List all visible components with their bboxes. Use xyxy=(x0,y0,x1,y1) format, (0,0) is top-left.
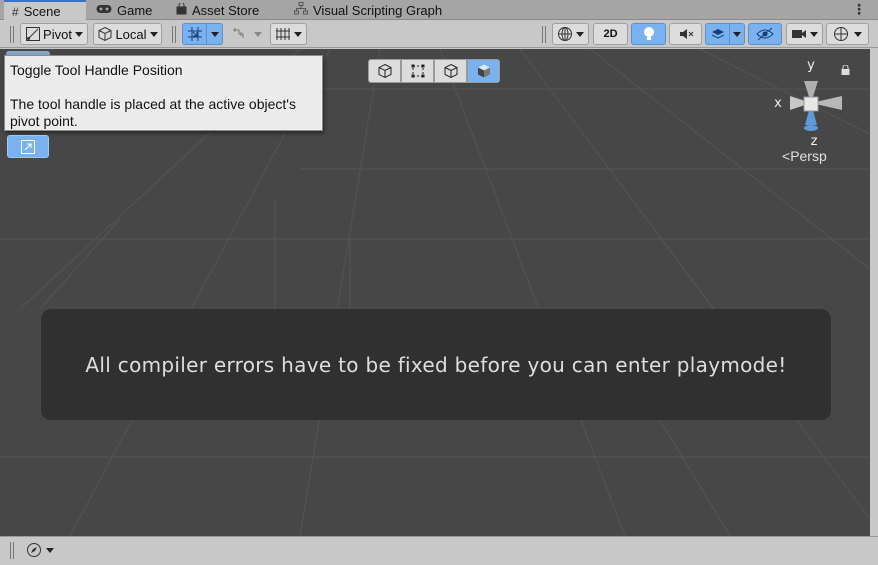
toggle-tool-handle-position-button[interactable] xyxy=(7,135,49,158)
increment-snap-button[interactable] xyxy=(226,23,251,45)
chevron-down-icon xyxy=(854,31,862,37)
viewport-right-border xyxy=(870,49,878,536)
gizmo-z-label: z xyxy=(811,134,818,145)
chevron-down-icon xyxy=(74,31,83,37)
audio-mute-icon xyxy=(679,29,693,39)
grid-snapping-button[interactable] xyxy=(182,23,207,45)
increment-snap-icon xyxy=(232,28,243,38)
tab-label: Visual Scripting Graph xyxy=(313,2,443,18)
more-options-icon[interactable]: ⋮ xyxy=(852,1,866,18)
camera-icon xyxy=(792,30,806,38)
scene-toolbar: Pivot Local 2D xyxy=(0,21,878,48)
tab-label: Asset Store xyxy=(192,2,260,18)
gamepad-icon xyxy=(96,3,112,17)
chevron-down-icon xyxy=(810,31,818,37)
chevron-down-icon xyxy=(294,31,302,37)
tooltip-body: The tool handle is placed at the active … xyxy=(10,96,296,129)
view-mode-rect[interactable] xyxy=(401,59,434,83)
scene-visibility-button[interactable] xyxy=(748,23,782,45)
overlay-bottom-toolbar xyxy=(0,536,878,565)
graph-icon xyxy=(294,2,308,18)
gizmo-x-label: x xyxy=(774,96,782,111)
tab-label: Scene xyxy=(23,4,61,19)
effects-dropdown[interactable] xyxy=(730,23,745,45)
tab-label: Game xyxy=(117,2,153,18)
chevron-down-icon xyxy=(46,547,54,553)
toolbar-grip-handle[interactable] xyxy=(9,542,15,559)
tooltip: Toggle Tool Handle Position The tool han… xyxy=(4,55,323,131)
projection-toggle[interactable]: <Persp xyxy=(782,148,827,164)
gizmo-sphere-icon xyxy=(834,27,848,41)
view-mode-shaded-cube[interactable] xyxy=(434,59,467,83)
tab-visual-scripting-graph[interactable]: Visual Scripting Graph xyxy=(286,0,450,20)
projection-label: Persp xyxy=(790,148,827,164)
gizmo-y-label: y xyxy=(807,58,815,73)
perspective-icon: < xyxy=(782,148,791,164)
store-bag-icon xyxy=(176,1,187,18)
solid-cube-icon xyxy=(477,64,490,78)
draw-mode-dropdown[interactable] xyxy=(552,23,589,45)
chevron-down-icon xyxy=(210,31,219,37)
tab-bar: # Scene Game Asset Store Visual Scriptin… xyxy=(0,0,878,21)
tab-game[interactable]: Game xyxy=(88,0,160,20)
effects-toggle-button[interactable] xyxy=(705,23,730,45)
grid-visibility-dropdown[interactable] xyxy=(270,23,307,45)
tooltip-title: Toggle Tool Handle Position xyxy=(10,62,183,78)
toggle-2d-button[interactable]: 2D xyxy=(593,23,628,45)
audio-toggle-button[interactable] xyxy=(669,23,702,45)
pivot-label: Pivot xyxy=(43,26,72,42)
orientation-gizmo[interactable]: y x z xyxy=(768,55,858,145)
scene-viewport[interactable]: Toggle Tool Handle Position The tool han… xyxy=(0,49,878,536)
camera-settings-dropdown[interactable] xyxy=(786,23,823,45)
effects-layers-icon xyxy=(711,29,724,39)
toolbar-grip-handle[interactable] xyxy=(171,26,177,43)
playmode-error-notification: All compiler errors have to be fixed bef… xyxy=(41,309,831,420)
grid-lines-icon xyxy=(276,28,290,40)
view-mode-wire-cube[interactable] xyxy=(368,59,401,83)
orientation-dropdown[interactable] xyxy=(20,539,60,561)
local-dropdown[interactable]: Local xyxy=(93,23,162,45)
2d-label: 2D xyxy=(603,28,618,40)
chevron-down-icon xyxy=(149,31,158,37)
lighting-toggle-button[interactable] xyxy=(631,23,666,45)
pivot-dropdown[interactable]: Pivot xyxy=(20,23,88,45)
view-mode-solid-cube[interactable] xyxy=(467,59,500,83)
lightbulb-icon xyxy=(643,27,654,40)
grid-icon: # xyxy=(12,4,19,19)
compass-icon xyxy=(27,543,41,557)
chevron-down-icon xyxy=(253,31,262,37)
wire-cube-icon xyxy=(378,63,391,79)
toolbar-grip-handle[interactable] xyxy=(9,26,15,43)
rect-tool-icon xyxy=(411,64,424,78)
toolbar-grip-handle[interactable] xyxy=(541,26,547,43)
globe-icon xyxy=(558,27,572,41)
gizmos-dropdown[interactable] xyxy=(826,23,869,45)
tab-asset-store[interactable]: Asset Store xyxy=(168,0,267,20)
tab-scene[interactable]: # Scene xyxy=(4,0,86,21)
view-mode-toolbar xyxy=(368,59,500,83)
notification-text: All compiler errors have to be fixed bef… xyxy=(85,352,787,377)
cube-icon xyxy=(98,26,112,42)
chevron-down-icon xyxy=(576,31,584,37)
pivot-icon xyxy=(26,27,41,41)
grid-snapping-dropdown[interactable] xyxy=(207,23,223,45)
local-label: Local xyxy=(115,26,147,42)
chevron-down-icon xyxy=(733,31,741,37)
shaded-cube-icon xyxy=(444,63,457,79)
grid-snap-icon xyxy=(187,27,202,41)
eye-hidden-icon xyxy=(756,27,774,41)
increment-snap-dropdown[interactable] xyxy=(251,23,265,45)
tool-handle-icon xyxy=(21,139,35,154)
